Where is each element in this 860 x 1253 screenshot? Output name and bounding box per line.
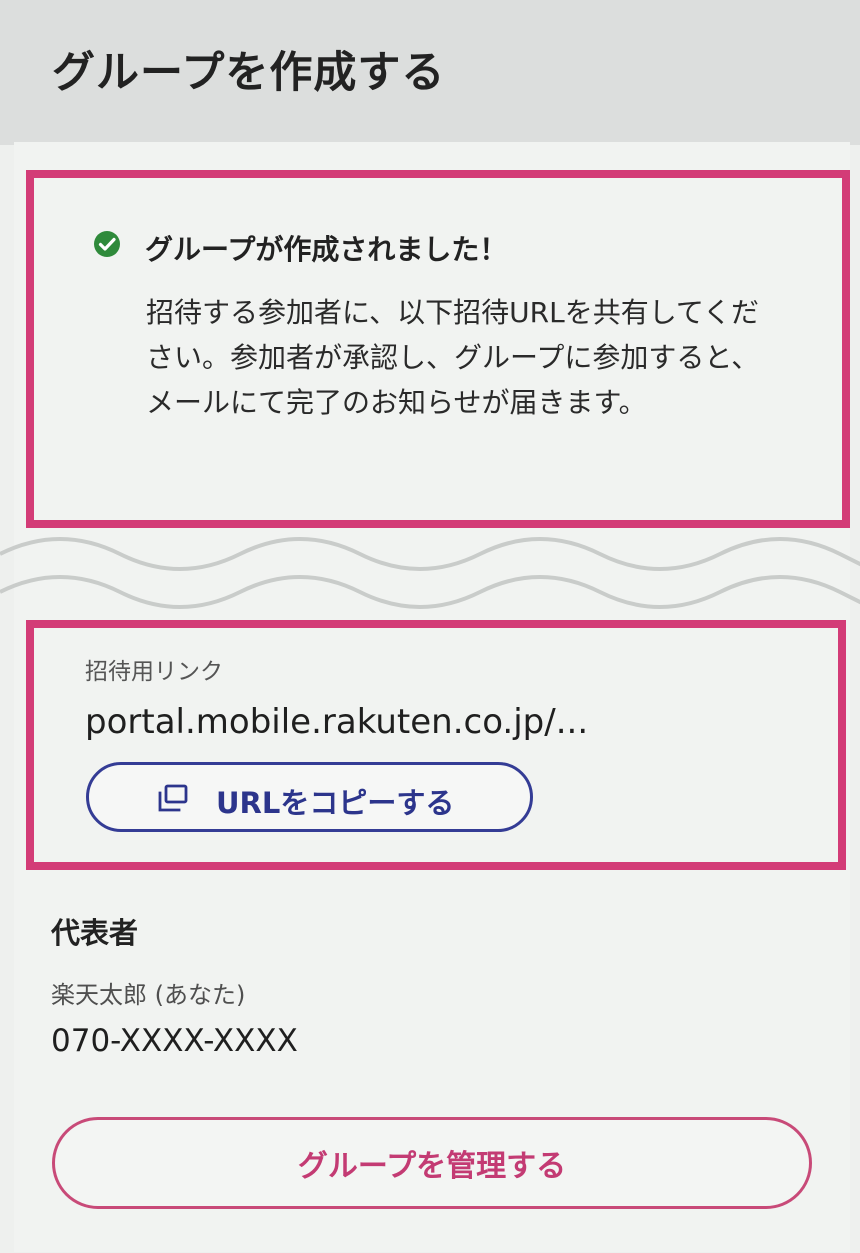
copy-icon	[158, 784, 188, 812]
page: グループを作成する グループが作成されました！ 招待する参加者に、以下招待URL…	[0, 0, 860, 1253]
header: グループを作成する	[0, 0, 860, 145]
check-circle-icon	[94, 231, 120, 257]
representative-phone: 070-XXXX-XXXX	[51, 1023, 298, 1059]
representative-name: 楽天太郎 (あなた)	[51, 981, 246, 1009]
success-title: グループが作成されました！	[145, 233, 508, 266]
wavy-divider	[0, 537, 860, 609]
page-title: グループを作成する	[52, 48, 446, 98]
invite-link-label: 招待用リンク	[85, 659, 223, 685]
success-message: 招待する参加者に、以下招待URLを共有してください。参加者が承認し、グループに参…	[146, 296, 760, 419]
manage-group-button[interactable]: グループを管理する	[52, 1117, 812, 1209]
representative-heading: 代表者	[51, 916, 139, 950]
copy-url-label: URLをコピーする	[216, 786, 455, 820]
invite-link-url[interactable]: portal.mobile.rakuten.co.jp/...	[85, 702, 588, 742]
copy-url-button[interactable]: URLをコピーする	[86, 762, 533, 832]
